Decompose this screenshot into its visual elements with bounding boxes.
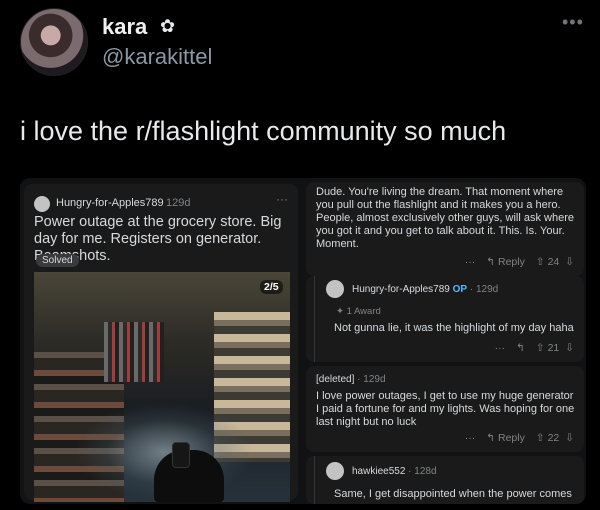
comment-3: [deleted] · 129d I love power outages, I… xyxy=(306,366,584,452)
upvote-icon: ⇧ xyxy=(535,256,545,268)
award-badge: ✦ 1 Award xyxy=(336,306,381,317)
reply-icon: ↰ xyxy=(486,256,495,268)
author-handle[interactable]: @karakittel xyxy=(102,44,212,70)
comment-4-user: hawkiee552 xyxy=(352,466,406,477)
comment-1-actions: ··· ↰ Reply ⇧ 24 ⇩ xyxy=(457,256,574,268)
author-avatar[interactable] xyxy=(20,8,88,76)
downvote-icon: ⇩ xyxy=(565,432,574,444)
downvote-icon: ⇩ xyxy=(565,342,574,354)
comment-4-meta: hawkiee552 · 128d xyxy=(352,466,437,477)
op-tag: OP xyxy=(452,284,468,295)
ellipsis-icon[interactable]: ••• xyxy=(562,12,584,33)
thread-line xyxy=(314,276,315,362)
comment-4-age: 128d xyxy=(414,466,437,477)
comment-4: hawkiee552 · 128d Same, I get disappoint… xyxy=(306,456,584,504)
comment-1: Dude. You're living the dream. That mome… xyxy=(306,182,584,276)
upvote-icon: ⇧ xyxy=(535,432,545,444)
comment-2-age: 129d xyxy=(475,284,499,295)
post-user-avatar xyxy=(34,196,50,212)
image-counter: 2/5 xyxy=(260,280,283,294)
post-age: 129d xyxy=(166,197,191,209)
comment-1-text: Dude. You're living the dream. That mome… xyxy=(316,186,575,250)
tweet-text: i love the r/flashlight community so muc… xyxy=(20,116,507,146)
comment-2-award: 1 Award xyxy=(346,306,381,317)
comment-2: Hungry-for-Apples789 OP · 129d ✦ 1 Award… xyxy=(306,276,584,362)
attached-screenshot[interactable]: Hungry-for-Apples789 129d ··· Power outa… xyxy=(20,178,586,504)
comment-2-text: Not gunna lie, it was the highlight of m… xyxy=(334,322,574,334)
comment-3-votes: 22 xyxy=(547,432,560,444)
reply-icon: ↰ xyxy=(516,342,525,354)
reddit-post-card: Hungry-for-Apples789 129d ··· Power outa… xyxy=(24,184,298,502)
comment-1-votes: 24 xyxy=(547,256,560,268)
thread-line xyxy=(314,456,315,504)
comment-more-icon: ··· xyxy=(464,256,476,268)
comment-2-avatar xyxy=(326,280,344,298)
photo-shelf-middle xyxy=(104,322,164,382)
flower-icon: ✿ xyxy=(160,16,176,36)
upvote-icon: ⇧ xyxy=(535,342,545,354)
post-flair: Solved xyxy=(36,254,79,267)
reply-icon: ↰ xyxy=(486,432,495,444)
post-ellipsis-icon: ··· xyxy=(276,192,288,206)
comment-more-icon: ··· xyxy=(464,432,476,444)
comment-3-age: 129d xyxy=(363,374,386,385)
comment-2-meta: Hungry-for-Apples789 OP · 129d xyxy=(352,284,499,295)
award-icon: ✦ xyxy=(336,306,344,317)
comment-3-actions: ··· ↰ Reply ⇧ 22 ⇩ xyxy=(457,432,574,444)
comment-more-icon: ··· xyxy=(494,342,506,354)
comment-2-user: Hungry-for-Apples789 xyxy=(352,284,450,295)
comment-2-actions: ··· ↰ ⇧ 21 ⇩ xyxy=(487,342,574,354)
comment-3-reply: Reply xyxy=(497,432,525,444)
comment-4-text: Same, I get disappointed when the power … xyxy=(334,488,572,500)
comment-3-text: I love power outages, I get to use my hu… xyxy=(316,390,575,428)
comment-4-avatar xyxy=(326,462,344,480)
author-name[interactable]: kara xyxy=(102,14,147,40)
comment-2-votes: 21 xyxy=(547,342,560,354)
downvote-icon: ⇩ xyxy=(565,256,574,268)
comment-1-reply: Reply xyxy=(497,256,525,268)
comment-3-meta: [deleted] · 129d xyxy=(316,374,386,385)
post-photo: 2/5 xyxy=(34,272,290,502)
post-username: Hungry-for-Apples789 xyxy=(56,197,164,209)
flashlight-icon xyxy=(172,442,190,468)
comment-3-user: [deleted] xyxy=(316,374,355,385)
